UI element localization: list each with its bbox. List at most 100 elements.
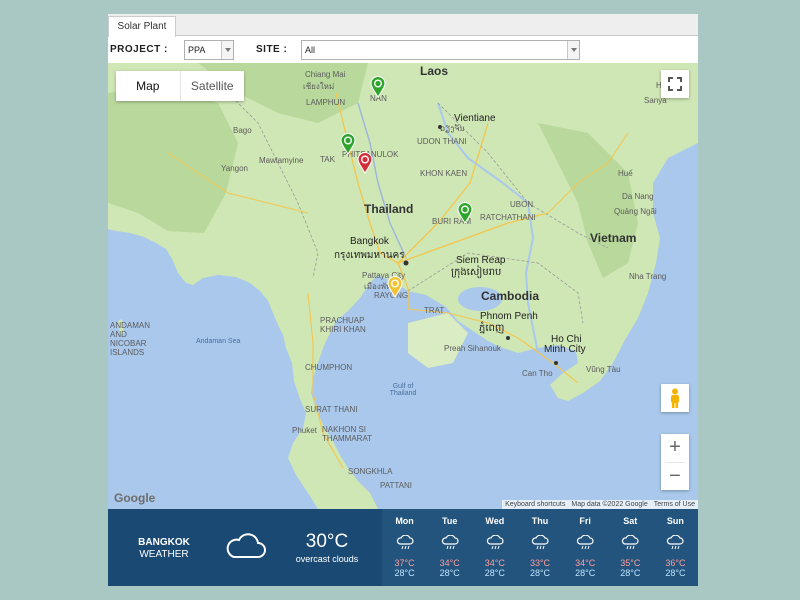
forecast-day-name: Sat	[623, 516, 638, 526]
label-gulf-of-thailand: Gulf of Thailand	[389, 383, 417, 397]
label-surat-thani: SURAT THANI	[305, 405, 358, 414]
label-bangkok-th: กรุงเทพมหานคร	[334, 250, 405, 261]
forecast-day: Mon 37°C 28°C	[382, 509, 427, 586]
zoom-in-button[interactable]: +	[661, 434, 689, 462]
label-laos: Laos	[420, 64, 449, 78]
zoom-out-button[interactable]: −	[661, 463, 689, 491]
cloud-icon	[226, 533, 266, 558]
rain-cloud-icon	[382, 534, 427, 551]
label-chiang-mai-th: เชียงใหม่	[303, 82, 335, 91]
weather-panel: BANGKOK WEATHER 30°C overcast clouds Mon…	[108, 509, 698, 586]
map-data-text: Map data ©2022 Google	[571, 501, 648, 508]
label-udon-thani: UDON THANI	[417, 137, 467, 146]
label-tak: TAK	[320, 155, 335, 164]
forecast-high: 34°C	[439, 558, 460, 568]
forecast-day: Tue 34°C 28°C	[427, 509, 472, 586]
plant-marker-rayong[interactable]	[387, 276, 403, 298]
label-prachuap: PRACHUAP KHIRI KHAN	[320, 316, 366, 334]
label-khon-kaen: KHON KAEN	[420, 169, 468, 178]
forecast-day: Thu 33°C 28°C	[517, 509, 562, 586]
forecast-day-name: Fri	[579, 516, 591, 526]
label-vietnam: Vietnam	[590, 231, 637, 245]
label-cambodia: Cambodia	[481, 289, 540, 303]
solar-plant-panel: Solar Plant PROJECT : PPA SITE : All Lao…	[108, 14, 698, 586]
forecast-low: 28°C	[394, 568, 415, 578]
plant-marker-nan[interactable]	[370, 76, 386, 98]
rain-cloud-icon	[472, 534, 517, 551]
label-yangon: Yangon	[221, 164, 248, 173]
rain-cloud-icon	[608, 534, 653, 551]
label-vientiane-lo: ວຽງຈັນ	[440, 124, 465, 133]
pegman-icon	[671, 388, 679, 408]
forecast-day: Sun 36°C 28°C	[653, 509, 698, 586]
label-trat: TRAT	[424, 306, 445, 315]
label-da-nang: Da Nang	[622, 192, 654, 201]
site-select-value: All	[305, 45, 316, 55]
street-view-button[interactable]	[661, 384, 689, 412]
chevron-down-icon[interactable]	[221, 41, 233, 59]
map-view[interactable]: Laos Thailand Cambodia Vietnam Chiang Ma…	[108, 63, 698, 509]
forecast-day-name: Tue	[442, 516, 458, 526]
google-logo[interactable]: Google	[114, 491, 155, 505]
rain-cloud-icon	[517, 534, 562, 551]
forecast-day: Fri 34°C 28°C	[563, 509, 608, 586]
site-label: SITE :	[256, 44, 288, 55]
rain-cloud-icon	[563, 534, 608, 551]
label-chiang-mai: Chiang Mai	[305, 70, 346, 79]
label-nha-trang: Nha Trang	[629, 272, 667, 281]
label-vientiane: Vientiane	[454, 113, 496, 124]
forecast-high: 33°C	[529, 558, 551, 568]
forecast-high: 34°C	[484, 558, 505, 568]
map-type-map-button[interactable]: Map	[116, 71, 181, 101]
label-nakhon-si-thammarat: NAKHON SI THAMMARAT	[322, 425, 373, 443]
forecast-day-name: Thu	[531, 516, 549, 526]
forecast-day-name: Mon	[395, 516, 414, 526]
plant-marker-phitsanulok-alert[interactable]	[357, 152, 373, 174]
label-bago: Bago	[233, 126, 252, 135]
fullscreen-icon	[668, 77, 682, 91]
label-ho-chi-minh-2: Minh City	[544, 344, 586, 355]
fullscreen-button[interactable]	[661, 70, 689, 98]
forecast-day-name: Wed	[485, 516, 505, 526]
tab-bar: Solar Plant	[108, 14, 698, 37]
terms-of-use-link[interactable]: Terms of Use	[654, 501, 695, 508]
project-select-value: PPA	[188, 45, 206, 55]
chevron-down-icon[interactable]	[567, 41, 579, 59]
project-label: PROJECT :	[110, 44, 168, 55]
forecast-day: Wed 34°C 28°C	[472, 509, 517, 586]
current-temperature: 30°C	[305, 531, 349, 552]
label-phnom-penh-km: ភ្នំពេញ	[479, 323, 505, 334]
weather-location: BANGKOK WEATHER	[128, 537, 200, 561]
site-select[interactable]: All	[301, 40, 580, 60]
rain-cloud-icon	[653, 534, 698, 551]
label-songkhla: SONGKHLA	[348, 467, 393, 476]
forecast-low: 28°C	[575, 568, 596, 578]
plant-marker-phitsanulok[interactable]	[340, 133, 356, 155]
label-pattani: PATTANI	[380, 481, 412, 490]
forecast-high: 34°C	[575, 558, 596, 568]
map-type-satellite-button[interactable]: Satellite	[181, 71, 245, 101]
forecast-day-name: Sun	[666, 516, 684, 526]
forecast-high: 37°C	[394, 558, 415, 568]
label-preah-sihanouk: Preah Sihanouk	[444, 344, 501, 353]
tab-solar-plant[interactable]: Solar Plant	[108, 16, 176, 37]
keyboard-shortcuts-link[interactable]: Keyboard shortcuts	[505, 501, 565, 508]
project-select[interactable]: PPA	[184, 40, 234, 60]
plant-marker-buriram[interactable]	[457, 202, 473, 224]
map-type-control: Map Satellite	[116, 71, 244, 101]
label-andaman-islands: ANDAMAN AND NICOBAR ISLANDS	[110, 321, 151, 357]
weather-description: overcast clouds	[295, 554, 359, 564]
label-hue: Huế	[618, 169, 633, 178]
weather-city: BANGKOK	[138, 537, 190, 548]
forecast-low: 28°C	[620, 568, 641, 578]
forecast-days: Mon 37°C 28°C Tue 34°C 28°C Wed 34°C 28°C Thu 33°C…	[382, 509, 698, 586]
forecast-high: 35°C	[620, 558, 641, 568]
forecast-low: 28°C	[484, 568, 505, 578]
label-phuket: Phuket	[292, 426, 317, 435]
current-weather: 30°C overcast clouds	[282, 531, 372, 564]
label-siem-reap-km: ក្រុងសៀមរាប	[451, 267, 502, 278]
forecast-low: 28°C	[439, 568, 460, 578]
filter-bar: PROJECT : PPA SITE : All	[108, 37, 698, 63]
rain-cloud-icon	[427, 534, 472, 551]
weather-label: WEATHER	[139, 549, 189, 560]
